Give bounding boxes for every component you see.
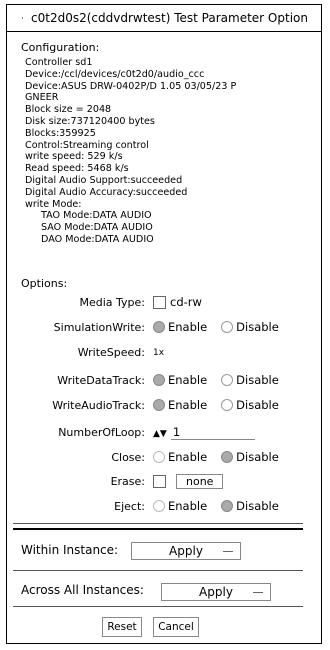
config-line: Control:Streaming control <box>25 139 149 151</box>
config-line: Device:ASUS DRW-0402P/D 1.05 03/05/23 P <box>25 80 237 92</box>
window-title: c0t2d0s2(cddvdrwtest) Test Parameter Opt… <box>31 11 308 25</box>
test-parameter-window: · c0t2d0s2(cddvdrwtest) Test Parameter O… <box>6 4 322 644</box>
erase-option-button[interactable]: none <box>176 474 224 489</box>
eject-enable-label: Enable <box>168 499 208 513</box>
configuration-details: Controller sd1 Device:/ccl/devices/c0t2d… <box>25 57 236 246</box>
config-line: Read speed: 5468 k/s <box>25 163 129 175</box>
write-data-track-row: WriteDataTrack: Enable Disable <box>7 371 321 393</box>
eject-label: Eject: <box>114 500 145 513</box>
within-instance-label: Within Instance: <box>21 543 119 557</box>
write-speed-value[interactable]: 1x <box>153 348 164 358</box>
cancel-button[interactable]: Cancel <box>153 617 199 637</box>
close-row: Close: Enable Disable <box>7 448 321 470</box>
number-of-loop-label: NumberOfLoop: <box>58 426 145 439</box>
close-label: Close: <box>111 451 145 464</box>
across-instances-apply-menu[interactable]: Apply <box>161 583 271 601</box>
config-line: GNEER <box>25 92 59 104</box>
across-instances-apply-label: Apply <box>199 585 233 599</box>
menu-indicator-icon <box>223 551 233 552</box>
within-instance-apply-label: Apply <box>169 544 203 558</box>
close-enable-label: Enable <box>168 450 208 464</box>
config-line: write speed: 529 k/s <box>25 151 123 163</box>
media-type-row: Media Type: cd-rw <box>7 293 321 315</box>
media-type-value: cd-rw <box>170 295 202 309</box>
media-type-checkbox[interactable] <box>153 296 166 309</box>
config-line: Digital Audio Accuracy:succeeded <box>25 186 188 198</box>
config-line: write Mode: <box>25 198 82 210</box>
write-data-track-disable-label: Disable <box>236 373 279 387</box>
simulation-write-enable-radio[interactable] <box>153 321 165 333</box>
eject-disable-label: Disable <box>236 499 279 513</box>
eject-disable-radio[interactable] <box>221 500 234 512</box>
config-line: Device:/ccl/devices/c0t2d0/audio_ccc <box>25 68 205 80</box>
title-bar[interactable]: · c0t2d0s2(cddvdrwtest) Test Parameter O… <box>7 5 321 32</box>
divider <box>13 523 303 524</box>
config-line: Controller sd1 <box>25 57 93 68</box>
config-line: Digital Audio Support:succeeded <box>25 174 183 186</box>
eject-row: Eject: Enable Disable <box>7 497 321 519</box>
close-disable-radio[interactable] <box>221 451 234 463</box>
config-line: SAO Mode:DATA AUDIO <box>41 222 153 234</box>
loop-spinner-arrows-icon[interactable]: ▲▼ <box>153 429 167 439</box>
simulation-write-enable-label: Enable <box>168 320 208 334</box>
close-disable-label: Disable <box>236 450 279 464</box>
across-instances-label: Across All Instances: <box>21 583 144 597</box>
config-line: Disk size:737120400 bytes <box>25 115 155 127</box>
write-audio-track-label: WriteAudioTrack: <box>52 399 145 412</box>
simulation-write-disable-radio[interactable] <box>221 321 234 333</box>
write-speed-label: WriteSpeed: <box>77 346 145 359</box>
number-of-loop-input[interactable]: 1 <box>170 425 255 440</box>
within-instance-apply-menu[interactable]: Apply <box>131 542 241 560</box>
menu-indicator-icon <box>253 592 263 593</box>
reset-button[interactable]: Reset <box>102 617 142 637</box>
write-audio-track-row: WriteAudioTrack: Enable Disable <box>7 396 321 418</box>
config-line: Block size = 2048 <box>25 104 112 116</box>
simulation-write-row: SimulationWrite: Enable Disable <box>7 318 321 340</box>
write-audio-track-disable-radio[interactable] <box>221 399 234 411</box>
divider <box>13 606 303 607</box>
divider <box>13 528 303 530</box>
number-of-loop-row: NumberOfLoop: ▲▼ 1 <box>7 423 321 445</box>
write-data-track-disable-radio[interactable] <box>221 374 234 386</box>
erase-checkbox[interactable] <box>153 475 166 488</box>
window-menu-icon[interactable]: · <box>21 14 24 24</box>
write-data-track-enable-label: Enable <box>168 373 208 387</box>
write-speed-row: WriteSpeed: 1x <box>7 343 321 365</box>
options-heading: Options: <box>21 277 68 290</box>
media-type-label: Media Type: <box>79 296 145 309</box>
write-audio-track-enable-label: Enable <box>168 398 208 412</box>
write-data-track-label: WriteDataTrack: <box>57 374 145 387</box>
config-line: Blocks:359925 <box>25 127 96 139</box>
eject-enable-radio[interactable] <box>153 500 165 512</box>
close-enable-radio[interactable] <box>153 451 165 463</box>
write-audio-track-disable-label: Disable <box>236 398 279 412</box>
simulation-write-label: SimulationWrite: <box>53 321 145 334</box>
erase-row: Erase: none <box>7 472 321 494</box>
write-data-track-enable-radio[interactable] <box>153 374 165 386</box>
write-audio-track-enable-radio[interactable] <box>153 399 165 411</box>
divider <box>13 570 303 571</box>
config-line: DAO Mode:DATA AUDIO <box>41 233 154 245</box>
simulation-write-disable-label: Disable <box>236 320 279 334</box>
config-line: TAO Mode:DATA AUDIO <box>41 210 152 222</box>
configuration-heading: Configuration: <box>21 41 100 54</box>
erase-label: Erase: <box>110 475 145 488</box>
